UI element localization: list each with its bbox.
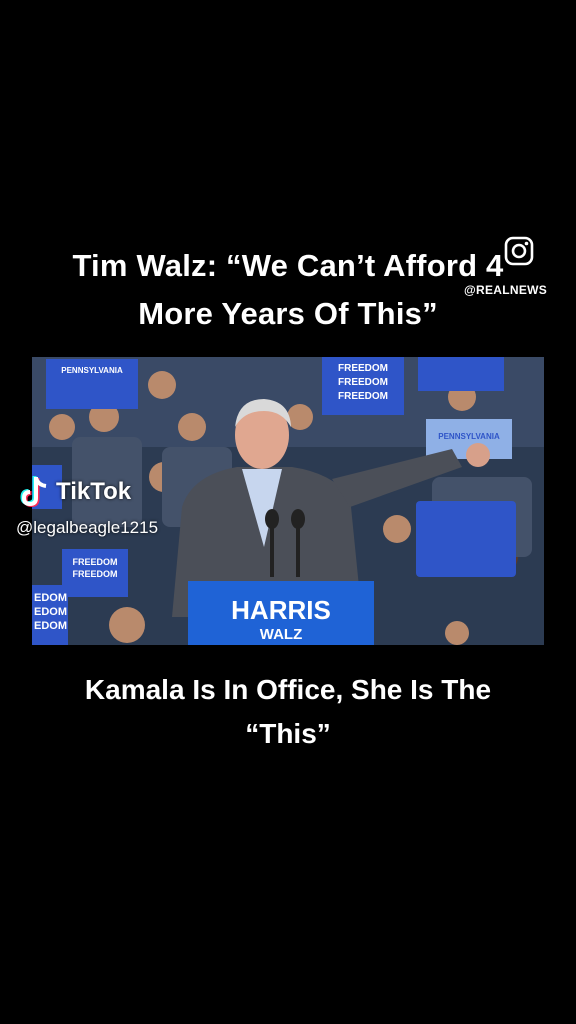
tiktok-wordmark: TikTok — [56, 478, 132, 505]
tiktok-note-icon — [20, 476, 47, 508]
sign-text: FREEDOM — [338, 377, 388, 388]
podium-text-harris: HARRIS — [231, 595, 331, 625]
sign — [416, 501, 516, 577]
headline-line-2: More Years Of This” — [138, 296, 438, 331]
podium-text-walz: WALZ — [260, 626, 303, 643]
tiktok-username: @legalbeagle1215 — [16, 518, 159, 537]
sign-text: PENNSYLVANIA — [61, 366, 123, 375]
sign-text: EDOM — [34, 606, 67, 618]
sign-text: FREEDOM — [73, 557, 118, 567]
sign-text: EDOM — [34, 620, 67, 632]
instagram-icon — [504, 236, 534, 266]
sign-text: EDOM — [34, 592, 67, 604]
sign-text: FREEDOM — [338, 363, 388, 374]
sign-text: PENNSYLVANIA — [438, 432, 500, 441]
sign-text: FREEDOM — [338, 391, 388, 402]
tiktok-logo: TikTok — [18, 474, 131, 510]
sign — [418, 357, 504, 391]
source-handle: @REALNEWS — [464, 283, 548, 297]
sign-text: FREEDOM — [73, 569, 118, 579]
caption-line-1: Kamala Is In Office, She Is The — [84, 674, 492, 705]
caption-line-2: “This” — [245, 718, 331, 749]
